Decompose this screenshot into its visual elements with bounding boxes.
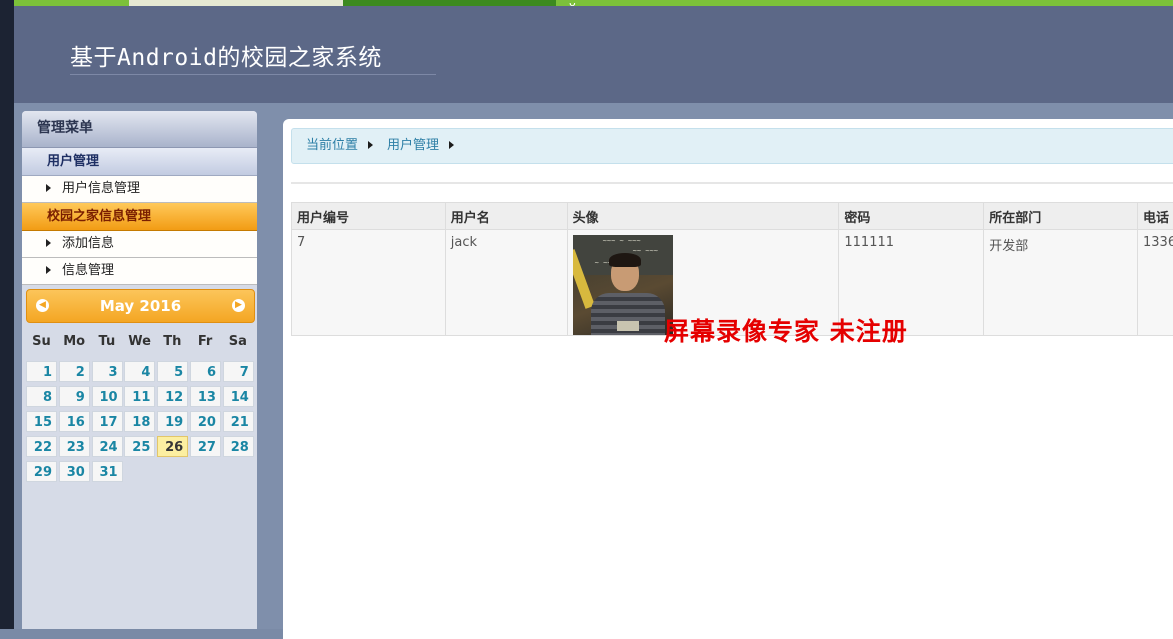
calendar-days: 1234567891011121314151617181920212223242… [26,361,255,482]
breadcrumb-item-current-location[interactable]: 当前位置 [306,138,358,153]
column-header-password: 密码 [839,203,984,230]
recorder-watermark: 屏幕录像专家 未注册 [664,312,908,348]
calendar-day[interactable]: 13 [190,386,221,407]
calendar-day[interactable]: 15 [26,411,57,432]
main-panel: 当前位置 用户管理 用户编号 用户名 头像 密码 所在部门 电话 7 jack [283,119,1173,639]
cell-user-id: 7 [292,230,446,336]
sidebar: 管理菜单 用户管理 用户信息管理 校园之家信息管理 添加信息 信息管理 ◀ Ma… [22,111,257,629]
column-header-department: 所在部门 [984,203,1138,230]
sidebar-group-user-management[interactable]: 用户管理 [22,148,257,176]
cell-username: jack [445,230,567,336]
calendar-day[interactable]: 31 [92,461,123,482]
breadcrumb-item-user-management[interactable]: 用户管理 [387,138,439,153]
divider [291,182,1173,184]
sidebar-item-add-info[interactable]: 添加信息 [22,231,257,258]
calendar-month-label: May 2016 [100,297,181,315]
sidebar-title: 管理菜单 [22,111,257,148]
site-title: 基于Android的校园之家系统 [70,38,436,75]
sidebar-item-label: 用户信息管理 [62,181,140,196]
site-header: 基于Android的校园之家系统 [14,6,1173,103]
column-header-user-id: 用户编号 [292,203,446,230]
calendar-day[interactable]: 29 [26,461,57,482]
calendar-weekdays: SuMoTuWeThFrSa [26,329,255,355]
sidebar-group-campus-info[interactable]: 校园之家信息管理 [22,203,257,231]
table-header-row: 用户编号 用户名 头像 密码 所在部门 电话 [292,203,1173,230]
cell-phone: 1336 [1138,230,1173,336]
calendar-day[interactable]: 17 [92,411,123,432]
prev-month-icon[interactable]: ◀ [36,299,49,312]
column-header-phone: 电话 [1138,203,1173,230]
calendar-day[interactable]: 1 [26,361,57,382]
calendar-day[interactable]: 4 [124,361,155,382]
calendar-day[interactable]: 20 [190,411,221,432]
calendar-weekday: We [124,329,155,355]
calendar-day[interactable]: 14 [223,386,254,407]
calendar-day[interactable]: 21 [223,411,254,432]
calendar-weekday: Tu [91,329,122,355]
sidebar-item-info-management[interactable]: 信息管理 [22,258,257,285]
calendar-day[interactable]: 5 [157,361,188,382]
cell-department: 开发部 [984,230,1138,336]
next-month-icon[interactable]: ▶ [232,299,245,312]
calendar-day[interactable]: 6 [190,361,221,382]
calendar-weekday: Sa [222,329,253,355]
calendar-day[interactable]: 8 [26,386,57,407]
column-header-avatar: 头像 [567,203,839,230]
calendar-day[interactable]: 3 [92,361,123,382]
sidebar-item-user-info[interactable]: 用户信息管理 [22,176,257,203]
calendar-day[interactable]: 25 [124,436,155,457]
calendar-weekday: Su [26,329,57,355]
window-edge [0,0,14,629]
calendar-day[interactable]: 24 [92,436,123,457]
calendar-day[interactable]: 22 [26,436,57,457]
user-avatar-image: ~~~ ~ ~~~ ~~ ~~~ ~ ~~ [573,235,673,335]
calendar-weekday: Th [157,329,188,355]
calendar-day[interactable]: 12 [157,386,188,407]
calendar-day-today[interactable]: 26 [157,436,188,457]
triangle-right-icon [46,239,51,247]
calendar-day[interactable]: 27 [190,436,221,457]
calendar-day[interactable]: 30 [59,461,90,482]
calendar-day[interactable]: 23 [59,436,90,457]
breadcrumb: 当前位置 用户管理 [291,128,1173,164]
calendar-day[interactable]: 28 [223,436,254,457]
calendar-day[interactable]: 11 [124,386,155,407]
triangle-right-icon [46,266,51,274]
calendar-day[interactable]: 19 [157,411,188,432]
calendar-day[interactable]: 9 [59,386,90,407]
sidebar-item-label: 信息管理 [62,263,114,278]
sidebar-item-label: 添加信息 [62,236,114,251]
calendar-weekday: Fr [190,329,221,355]
calendar-day[interactable]: 16 [59,411,90,432]
breadcrumb-arrow-icon [449,141,454,149]
calendar-header: ◀ May 2016 ▶ [26,289,255,323]
column-header-username: 用户名 [445,203,567,230]
calendar-day[interactable]: 7 [223,361,254,382]
calendar-day[interactable]: 10 [92,386,123,407]
triangle-right-icon [46,184,51,192]
calendar-day[interactable]: 2 [59,361,90,382]
calendar-weekday: Mo [59,329,90,355]
breadcrumb-arrow-icon [368,141,373,149]
calendar-widget: ◀ May 2016 ▶ SuMoTuWeThFrSa 123456789101… [26,289,255,482]
calendar-day[interactable]: 18 [124,411,155,432]
